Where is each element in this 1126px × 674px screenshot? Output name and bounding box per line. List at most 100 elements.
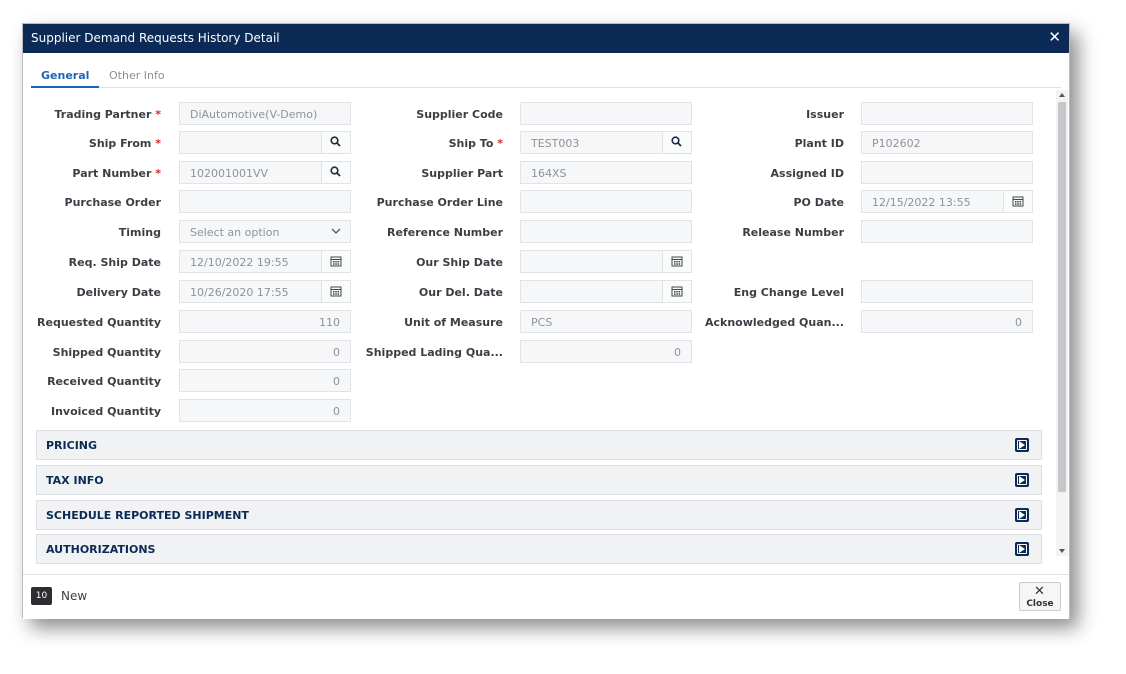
our-ship-date-calendar-button[interactable] bbox=[662, 251, 691, 272]
close-button[interactable]: ✕ Close bbox=[1019, 582, 1061, 611]
po-date-label: PO Date bbox=[793, 196, 844, 209]
required-marker: * bbox=[155, 108, 161, 121]
tab-other-info[interactable]: Other Info bbox=[99, 69, 175, 88]
our-ship-date-label: Our Ship Date bbox=[416, 256, 503, 269]
shipped-quantity-label: Shipped Quantity bbox=[52, 346, 161, 359]
section-pricing[interactable]: PRICING bbox=[36, 430, 1042, 460]
section-title: SCHEDULE REPORTED SHIPMENT bbox=[46, 509, 249, 522]
scrollbar-thumb[interactable] bbox=[1058, 102, 1066, 492]
calendar-icon bbox=[330, 286, 342, 297]
close-button-label: Close bbox=[1026, 599, 1054, 609]
invoiced-quantity-field[interactable]: 0 bbox=[179, 399, 351, 422]
calendar-icon bbox=[330, 256, 342, 267]
requested-quantity-field[interactable]: 110 bbox=[179, 310, 351, 333]
part-number-label: Part Number * bbox=[72, 167, 161, 180]
search-icon bbox=[330, 166, 341, 177]
status-label: New bbox=[61, 589, 88, 603]
plant-id-label: Plant ID bbox=[794, 137, 844, 150]
ship-to-label: Ship To * bbox=[448, 137, 503, 150]
invoiced-quantity-label: Invoiced Quantity bbox=[51, 405, 161, 418]
expand-icon[interactable] bbox=[1015, 473, 1029, 487]
calendar-icon bbox=[671, 286, 683, 297]
release-number-field[interactable] bbox=[861, 220, 1033, 243]
timing-label: Timing bbox=[118, 226, 161, 239]
requested-quantity-label: Requested Quantity bbox=[37, 316, 161, 329]
required-marker: * bbox=[497, 137, 503, 150]
section-title: PRICING bbox=[46, 439, 98, 452]
search-icon bbox=[330, 136, 341, 147]
assigned-id-field[interactable] bbox=[861, 161, 1033, 184]
expand-icon[interactable] bbox=[1015, 542, 1029, 556]
req-ship-date-label: Req. Ship Date bbox=[68, 256, 161, 269]
dialog-titlebar: Supplier Demand Requests History Detail … bbox=[23, 24, 1069, 53]
received-quantity-field[interactable]: 0 bbox=[179, 369, 351, 392]
reference-number-field[interactable] bbox=[520, 220, 692, 243]
acknowledged-qty-field[interactable]: 0 bbox=[861, 310, 1033, 333]
calendar-icon bbox=[1012, 196, 1024, 207]
history-detail-dialog: Supplier Demand Requests History Detail … bbox=[22, 23, 1070, 619]
po-date-calendar-button[interactable] bbox=[1003, 191, 1032, 212]
section-title: TAX INFO bbox=[46, 474, 104, 487]
issuer-field[interactable] bbox=[861, 102, 1033, 125]
ship-from-field[interactable] bbox=[179, 131, 351, 154]
expand-icon[interactable] bbox=[1015, 438, 1029, 452]
shipped-lading-qty-field[interactable]: 0 bbox=[520, 340, 692, 363]
timing-select[interactable]: Select an option bbox=[179, 220, 351, 243]
required-marker: * bbox=[155, 137, 161, 150]
reference-number-label: Reference Number bbox=[387, 226, 503, 239]
supplier-code-label: Supplier Code bbox=[416, 108, 503, 121]
ship-from-label: Ship From * bbox=[88, 137, 161, 150]
vertical-scrollbar[interactable] bbox=[1056, 90, 1068, 556]
release-number-label: Release Number bbox=[742, 226, 844, 239]
supplier-part-field[interactable]: 164XS bbox=[520, 161, 692, 184]
purchase-order-label: Purchase Order bbox=[64, 196, 161, 209]
supplier-part-label: Supplier Part bbox=[421, 167, 503, 180]
unit-of-measure-label: Unit of Measure bbox=[404, 316, 503, 329]
issuer-label: Issuer bbox=[806, 108, 844, 121]
delivery-date-field[interactable]: 10/26/2020 17:55 bbox=[179, 280, 351, 303]
received-quantity-label: Received Quantity bbox=[47, 375, 161, 388]
plant-id-field[interactable]: P102602 bbox=[861, 131, 1033, 154]
assigned-id-label: Assigned ID bbox=[770, 167, 844, 180]
dialog-footer: 10 New ✕ Close bbox=[23, 574, 1069, 619]
close-icon[interactable]: ✕ bbox=[1048, 30, 1061, 45]
expand-icon[interactable] bbox=[1015, 508, 1029, 522]
acknowledged-qty-label: Acknowledged Quan... bbox=[704, 316, 844, 329]
purchase-order-line-field[interactable] bbox=[520, 190, 692, 213]
tab-bar: General Other Info bbox=[31, 63, 1061, 88]
required-marker: * bbox=[155, 167, 161, 180]
eng-change-level-label: Eng Change Level bbox=[733, 286, 844, 299]
timing-placeholder: Select an option bbox=[190, 226, 280, 239]
status-badge: 10 bbox=[31, 587, 52, 605]
our-ship-date-field[interactable] bbox=[520, 250, 692, 273]
shipped-lading-qty-label: Shipped Lading Qua... bbox=[365, 346, 503, 359]
section-tax-info[interactable]: TAX INFO bbox=[36, 465, 1042, 495]
form-content: Trading Partner * DiAutomotive(V-Demo) S… bbox=[23, 90, 1057, 574]
section-title: AUTHORIZATIONS bbox=[46, 543, 156, 556]
po-date-field[interactable]: 12/15/2022 13:55 bbox=[861, 190, 1033, 213]
trading-partner-field[interactable]: DiAutomotive(V-Demo) bbox=[179, 102, 351, 125]
search-icon bbox=[671, 136, 682, 147]
purchase-order-line-label: Purchase Order Line bbox=[376, 196, 503, 209]
req-ship-date-field[interactable]: 12/10/2022 19:55 bbox=[179, 250, 351, 273]
section-authorizations[interactable]: AUTHORIZATIONS bbox=[36, 534, 1042, 564]
part-number-field[interactable]: 102001001VV bbox=[179, 161, 351, 184]
close-icon: ✕ bbox=[1034, 584, 1045, 599]
ship-to-field[interactable]: TEST003 bbox=[520, 131, 692, 154]
trading-partner-label: Trading Partner * bbox=[54, 108, 161, 121]
tab-general[interactable]: General bbox=[31, 69, 100, 88]
scroll-down-icon[interactable] bbox=[1059, 549, 1065, 553]
scroll-up-icon[interactable] bbox=[1059, 93, 1065, 97]
eng-change-level-field[interactable] bbox=[861, 280, 1033, 303]
unit-of-measure-field[interactable]: PCS bbox=[520, 310, 692, 333]
purchase-order-field[interactable] bbox=[179, 190, 351, 213]
our-del-date-field[interactable] bbox=[520, 280, 692, 303]
calendar-icon bbox=[671, 256, 683, 267]
shipped-quantity-field[interactable]: 0 bbox=[179, 340, 351, 363]
supplier-code-field[interactable] bbox=[520, 102, 692, 125]
dialog-title: Supplier Demand Requests History Detail bbox=[31, 31, 280, 45]
our-del-date-label: Our Del. Date bbox=[418, 286, 503, 299]
delivery-date-label: Delivery Date bbox=[76, 286, 161, 299]
section-schedule-reported-shipment[interactable]: SCHEDULE REPORTED SHIPMENT bbox=[36, 500, 1042, 530]
chevron-down-icon bbox=[331, 228, 341, 234]
